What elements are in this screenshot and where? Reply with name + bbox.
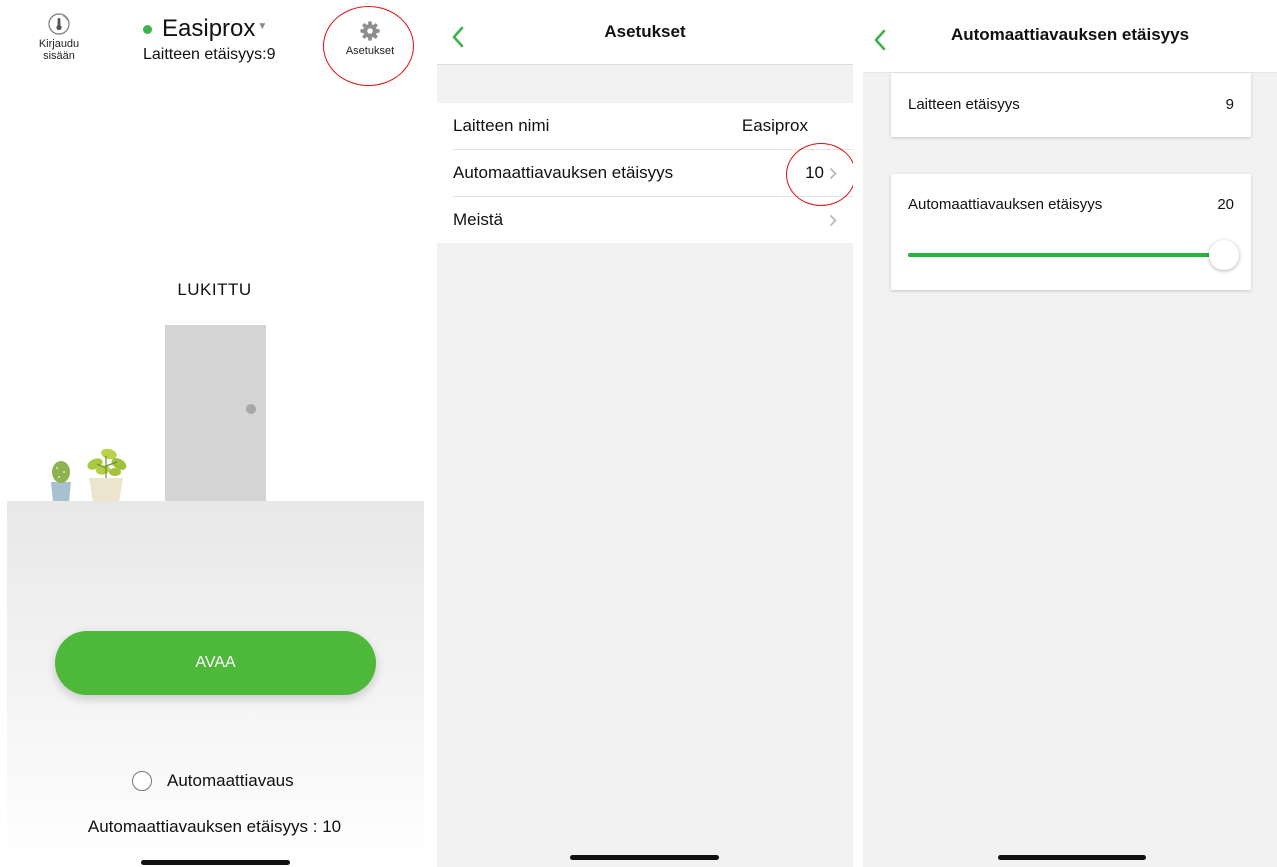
home-indicator: [998, 855, 1146, 860]
settings-list: Laitteen nimi Easiprox Automaattiavaukse…: [437, 103, 853, 243]
chevron-left-icon: [452, 26, 464, 48]
device-distance-card: Laitteen etäisyys 9: [891, 73, 1251, 137]
auto-open-radio[interactable]: [132, 771, 152, 791]
back-button[interactable]: [451, 26, 465, 53]
slider-fill: [908, 253, 1224, 257]
device-distance-label: Laitteen etäisyys: [908, 96, 1020, 113]
chevron-left-icon: [874, 29, 886, 51]
device-header: Easiprox ▼ Laitteen etäisyys:9: [143, 16, 276, 64]
list-item-about[interactable]: Meistä: [437, 197, 853, 243]
auto-distance-label: Automaattiavauksen etäisyys: [908, 196, 1103, 213]
device-distance-value: 9: [1225, 96, 1234, 113]
list-item-label: Laitteen nimi: [453, 116, 550, 135]
door-illustration: [165, 325, 266, 503]
list-item-value: Easiprox: [741, 116, 808, 135]
door-knob: [246, 404, 256, 414]
back-button[interactable]: [873, 29, 887, 56]
lock-screen: Kirjaudu sisään Easiprox ▼ Laitteen etäi…: [0, 0, 429, 867]
list-item-value: 10: [805, 163, 824, 182]
distance-slider[interactable]: [908, 240, 1239, 270]
auto-distance-screen: Automaattiavauksen etäisyys Laitteen etä…: [863, 0, 1277, 867]
device-distance: Laitteen etäisyys:9: [143, 46, 276, 63]
list-item-auto-distance[interactable]: Automaattiavauksen etäisyys 10: [437, 150, 853, 196]
list-item-device-name[interactable]: Laitteen nimi Easiprox: [437, 103, 853, 149]
caret-down-icon: ▼: [257, 20, 268, 32]
page-title: Automaattiavauksen etäisyys: [950, 25, 1190, 44]
door-scene: [0, 320, 429, 510]
status-dot: [143, 24, 152, 34]
login-label: Kirjaudu sisään: [38, 38, 80, 62]
settings-label: Asetukset: [345, 45, 395, 57]
home-indicator: [570, 855, 719, 860]
auto-distance-card: Automaattiavauksen etäisyys 20: [891, 174, 1251, 290]
auto-open-distance-text: Automaattiavauksen etäisyys : 10: [87, 817, 342, 836]
list-item-label: Automaattiavauksen etäisyys: [453, 163, 674, 182]
slider-thumb[interactable]: [1209, 240, 1239, 270]
device-name: Easiprox: [162, 15, 256, 42]
settings-screen: Asetukset Laitteen nimi Easiprox Automaa…: [437, 0, 853, 867]
chevron-right-icon: [829, 214, 837, 227]
open-button[interactable]: AVAA: [55, 631, 376, 695]
page-title: Asetukset: [604, 22, 686, 41]
navigation-bar: Automaattiavauksen etäisyys: [863, 0, 1277, 72]
auto-distance-value: 20: [1217, 196, 1234, 213]
navigation-bar: Asetukset: [437, 0, 853, 65]
plant-illustration: [51, 448, 127, 502]
chevron-right-icon: [829, 167, 837, 180]
device-selector[interactable]: Easiprox ▼: [143, 16, 276, 42]
auto-open-toggle[interactable]: Automaattiavaus: [132, 771, 294, 791]
auto-open-label: Automaattiavaus: [167, 771, 294, 790]
login-button[interactable]: Kirjaudu sisään: [28, 12, 90, 62]
thermometer-icon: [48, 13, 70, 35]
lock-status: LUKITTU: [177, 280, 252, 299]
settings-button[interactable]: Asetukset: [336, 20, 404, 57]
home-indicator: [141, 860, 290, 865]
list-item-label: Meistä: [453, 210, 504, 229]
gear-icon: [360, 21, 380, 41]
